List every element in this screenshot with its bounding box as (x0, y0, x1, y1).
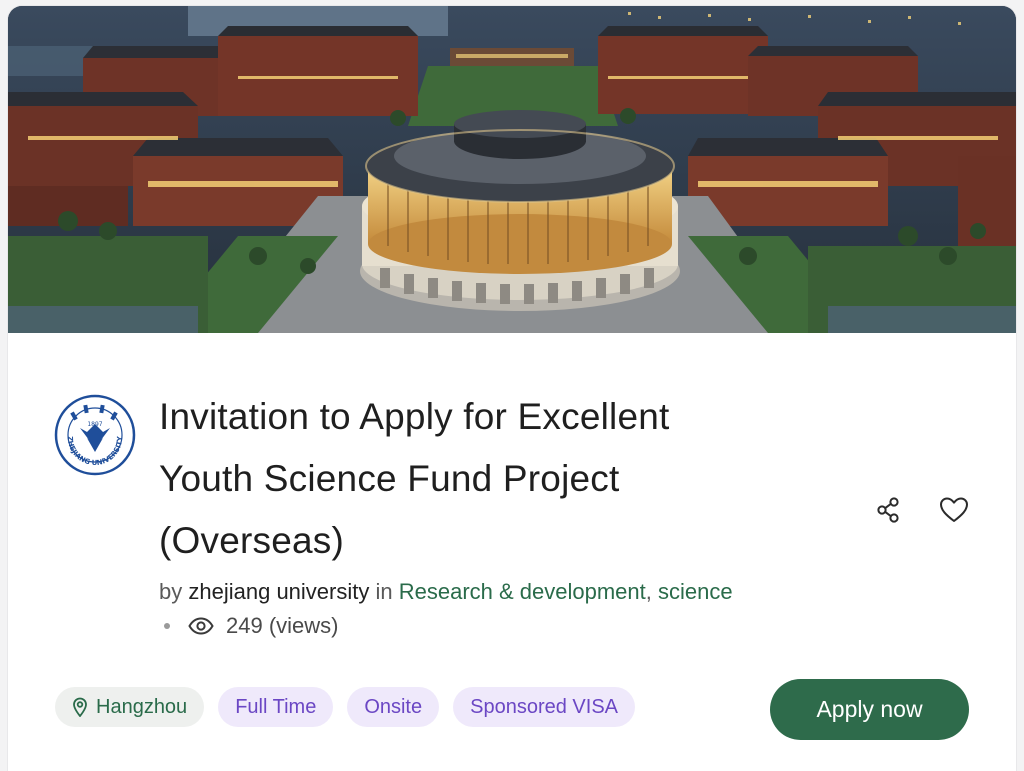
in-label: in (375, 579, 393, 604)
eye-icon (188, 617, 214, 635)
map-pin-icon (73, 697, 87, 717)
apply-now-button[interactable]: Apply now (770, 679, 969, 740)
job-title: Invitation to Apply for Excellent Youth … (159, 386, 799, 572)
job-title-line-1: Invitation to Apply for Excellent (159, 396, 670, 437)
tag-workplace-label: Onsite (364, 695, 423, 718)
job-card: 1897 ZHEJIANG UNIVERSITY Invitation to A… (8, 6, 1016, 771)
share-icon (877, 497, 899, 523)
university-logo: 1897 ZHEJIANG UNIVERSITY (54, 394, 136, 476)
tag-location-label: Hangzhou (96, 695, 188, 718)
tag-location: Hangzhou (55, 687, 205, 727)
category-link-research[interactable]: Research & development (399, 579, 646, 604)
tag-visa-label: Sponsored VISA (470, 695, 618, 718)
views-count: 249 (views) (226, 613, 339, 638)
job-title-line-3: (Overseas) (159, 520, 344, 561)
card-actions (870, 492, 972, 528)
tag-employment-type: Full Time (218, 687, 334, 727)
favorite-button[interactable] (936, 492, 972, 528)
job-title-line-2: Youth Science Fund Project (159, 458, 620, 499)
logo-year: 1897 (87, 421, 102, 428)
heart-icon (940, 497, 968, 522)
share-button[interactable] (870, 492, 906, 528)
category-link-science[interactable]: science (658, 579, 733, 604)
views-row: 249 (views) (164, 613, 338, 639)
hero-image (8, 6, 1016, 333)
tag-employment-type-label: Full Time (235, 695, 317, 718)
job-tags: Hangzhou Full Time Onsite Sponsored VISA (55, 687, 635, 727)
tag-workplace: Onsite (347, 687, 440, 727)
category-separator: , (645, 579, 652, 604)
job-meta: by zhejiang university in Research & dev… (159, 576, 733, 608)
tag-visa: Sponsored VISA (453, 687, 635, 727)
organization-name[interactable]: zhejiang university (188, 579, 369, 604)
by-label: by (159, 579, 183, 604)
bullet-dot (164, 623, 170, 629)
